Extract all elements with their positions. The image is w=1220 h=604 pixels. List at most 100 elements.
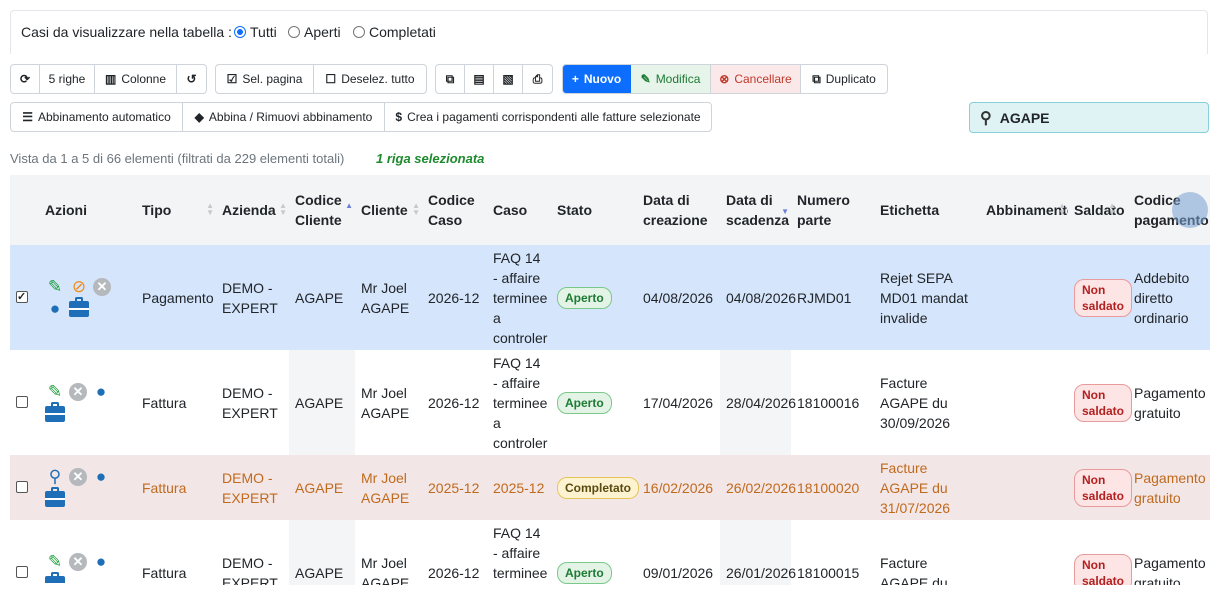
duplicate-icon: ⧉ — [812, 71, 821, 86]
header-abbinamento[interactable]: Abbinamento ▲ ▼ — [980, 175, 1075, 245]
print-button[interactable]: ⎙ — [523, 65, 552, 93]
row-checkbox[interactable] — [16, 480, 28, 493]
radio-tutti-label[interactable]: Tutti — [250, 24, 277, 40]
ban-icon[interactable]: ⊘ — [69, 277, 89, 297]
rows-per-page-button[interactable]: 5 righe — [40, 65, 95, 93]
row-select-cell[interactable] — [10, 455, 39, 520]
filter-radio-completati[interactable]: Completati — [353, 24, 436, 40]
selection-controls: ☑ Sel. pagina ☐ Deselez. tutto — [215, 64, 427, 94]
row-select-cell[interactable] — [10, 350, 39, 455]
columns-button[interactable]: ▥ Colonne — [95, 65, 177, 93]
cell-data-creazione: 09/01/2026 — [637, 520, 720, 585]
pdf-button[interactable]: ▧ — [494, 65, 523, 93]
briefcase-icon[interactable] — [45, 486, 65, 507]
header-codice-caso-label: Codice Caso — [428, 192, 475, 228]
radio-aperti-control[interactable] — [288, 26, 300, 38]
radio-completati-label[interactable]: Completati — [369, 24, 436, 40]
user-icon[interactable]: ● — [91, 382, 111, 402]
radio-tutti-control[interactable] — [234, 26, 246, 38]
status-badge: Completato — [557, 476, 639, 499]
excel-button[interactable]: ▤ — [465, 65, 494, 93]
header-saldato[interactable]: Saldato ▲ ▼ — [1068, 175, 1128, 245]
cell-data-creazione: 04/08/2026 — [637, 245, 720, 350]
radio-completati-control[interactable] — [353, 26, 365, 38]
header-etichetta[interactable]: Etichetta — [874, 175, 980, 245]
cell-numero-parte: 18100016 — [791, 350, 874, 455]
x-circle-icon: ⊗ — [719, 72, 730, 86]
user-icon[interactable]: ● — [91, 467, 111, 487]
edit-pencil-icon[interactable]: ✎ — [45, 382, 65, 402]
delete-x-icon[interactable]: ✕ — [93, 277, 111, 296]
user-icon[interactable]: ● — [91, 552, 111, 572]
view-magnifier-icon[interactable]: ⚲ — [45, 467, 65, 487]
select-page-button[interactable]: ☑ Sel. pagina — [216, 65, 314, 93]
briefcase-icon[interactable] — [69, 296, 89, 317]
auto-match-button[interactable]: ☰ Abbinamento automatico — [11, 103, 183, 131]
cell-codice-caso: 2026-12 — [422, 245, 487, 350]
header-data-scadenza[interactable]: Data di scadenza ▼ — [720, 175, 791, 245]
row-select-cell[interactable] — [10, 245, 39, 350]
cell-azienda: DEMO - EXPERT — [216, 350, 289, 455]
mouse-cursor-highlight — [1172, 192, 1208, 228]
match-button[interactable]: ◆ Abbina / Rimuovi abbinamento — [183, 103, 385, 131]
sort-icon: ▲ ▼ — [1108, 201, 1116, 217]
header-data-creazione[interactable]: Data di creazione — [637, 175, 720, 245]
deselect-all-button[interactable]: ☐ Deselez. tutto — [314, 65, 426, 93]
create-payments-button[interactable]: $ Crea i pagamenti corrispondenti alle fa… — [385, 103, 711, 131]
filter-radio-aperti[interactable]: Aperti — [288, 24, 341, 40]
auto-match-label: Abbinamento automatico — [38, 110, 171, 124]
row-select-cell[interactable] — [10, 520, 39, 585]
header-caso[interactable]: Caso — [487, 175, 551, 245]
cell-codice-caso: 2026-12 — [422, 520, 487, 585]
search-input[interactable]: ⚲ AGAPE — [969, 102, 1209, 133]
header-codice-caso[interactable]: Codice Caso — [422, 175, 487, 245]
match-label: Abbina / Rimuovi abbinamento — [208, 110, 373, 124]
header-azienda[interactable]: Azienda ▲ ▼ — [216, 175, 289, 245]
delete-x-icon[interactable]: ✕ — [69, 552, 87, 571]
copy-button[interactable]: ⧉ — [436, 65, 465, 93]
cell-tipo: Fattura — [136, 455, 216, 520]
cell-data-scadenza: 28/04/2026 — [720, 350, 796, 455]
radio-aperti-label[interactable]: Aperti — [304, 24, 341, 40]
duplicate-label: Duplicato — [825, 72, 876, 86]
row-checkbox[interactable] — [16, 565, 28, 578]
briefcase-icon[interactable] — [45, 401, 65, 422]
cell-abbinamento — [980, 455, 1068, 520]
filter-radio-tutti[interactable]: Tutti — [234, 24, 277, 40]
refresh-button[interactable]: ⟳ — [11, 65, 40, 93]
edit-pencil-icon[interactable]: ✎ — [45, 277, 65, 297]
table-row[interactable]: ⚲ ✕ ● Fattura DEMO - EXPERT AGAPE Mr Joe… — [10, 455, 1210, 520]
table-row[interactable]: ✎ ✕ ● Fattura DEMO - EXPERT AGAPE Mr Joe… — [10, 350, 1210, 455]
delete-button[interactable]: ⊗ Cancellare — [711, 65, 801, 93]
header-numero-parte[interactable]: Numero parte — [791, 175, 874, 245]
row-checkbox[interactable] — [16, 395, 28, 408]
header-stato[interactable]: Stato — [551, 175, 637, 245]
cell-azienda: DEMO - EXPERT — [216, 520, 289, 585]
header-codice-cliente[interactable]: Codice Cliente▲▼ — [289, 175, 355, 245]
cell-codice-pagamento: Pagamento gratuito — [1128, 350, 1210, 455]
cell-stato: Completato — [551, 455, 639, 520]
delete-x-icon[interactable]: ✕ — [69, 382, 87, 401]
header-tipo-label: Tipo — [142, 202, 172, 218]
edit-button[interactable]: ✎ Modifica — [631, 65, 711, 93]
duplicate-button[interactable]: ⧉ Duplicato — [801, 65, 887, 93]
cell-cliente: Mr Joel AGAPE — [355, 245, 422, 350]
header-saldato-label: Saldato — [1074, 202, 1125, 218]
delete-x-icon[interactable]: ✕ — [69, 467, 87, 486]
table-row[interactable]: ✎ ⊘ ✕ ● Pagamento DEMO - EXPERT AGAPE Mr… — [10, 245, 1210, 350]
header-cliente[interactable]: Cliente ▲ ▼ — [355, 175, 422, 245]
new-button[interactable]: + Nuovo — [563, 65, 631, 93]
edit-pencil-icon[interactable]: ✎ — [45, 552, 65, 572]
cell-etichetta: Facture AGAPE du 31/07/2026 — [874, 455, 980, 520]
paid-badge: Non saldato — [1074, 383, 1132, 422]
header-tipo[interactable]: Tipo ▲ ▼ — [136, 175, 216, 245]
cell-etichetta: Rejet SEPA MD01 mandat invalide — [874, 245, 980, 350]
search-value[interactable]: AGAPE — [1000, 110, 1050, 126]
cell-tipo: Fattura — [136, 520, 216, 585]
reset-button[interactable]: ↺ — [177, 65, 206, 93]
row-checkbox[interactable] — [16, 287, 28, 307]
cell-codice-pagamento: Addebito diretto ordinario — [1128, 245, 1210, 350]
briefcase-icon[interactable] — [45, 571, 65, 585]
table-row[interactable]: ✎ ✕ ● Fattura DEMO - EXPERT AGAPE Mr Joe… — [10, 520, 1210, 585]
user-icon[interactable]: ● — [45, 299, 65, 319]
